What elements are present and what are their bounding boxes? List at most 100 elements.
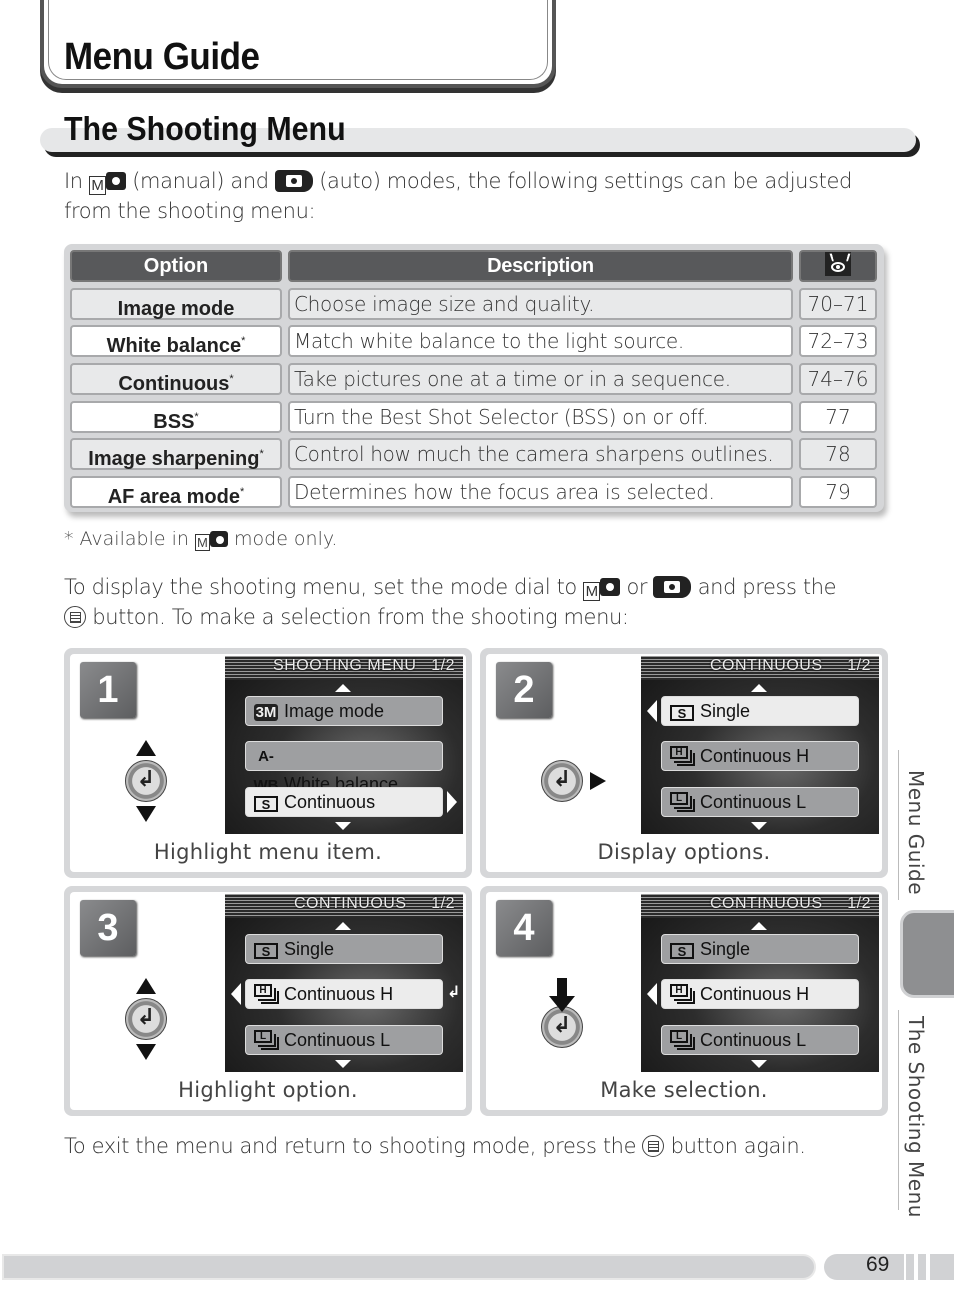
page-ref-cell[interactable]: 79 <box>799 476 877 508</box>
menu-item[interactable]: H Continuous H <box>245 979 443 1009</box>
multi-selector-icon[interactable] <box>541 760 583 802</box>
menu-item-label: Continuous L <box>700 1030 807 1050</box>
footer-stripe <box>930 1254 954 1280</box>
menu-item[interactable]: S Single <box>661 934 859 964</box>
instructions-text-b: or <box>626 575 648 599</box>
menu-item-label: Continuous H <box>700 984 810 1004</box>
menu-item[interactable]: S Continuous <box>245 787 443 817</box>
scroll-up-icon <box>751 922 767 930</box>
option-name: White balance <box>106 335 242 357</box>
side-tab-section[interactable]: The Shooting Menu <box>904 1016 928 1218</box>
menu-item[interactable]: S Single <box>245 934 443 964</box>
single-frame-icon: S <box>254 943 278 959</box>
description-cell: Match white balance to the light source. <box>288 325 793 357</box>
page-number-pill <box>824 1254 904 1280</box>
menu-item[interactable]: 3M Image mode <box>245 696 443 726</box>
asterisk-mark: * <box>229 373 234 385</box>
scroll-up-icon <box>335 684 351 692</box>
menu-item-label: Continuous H <box>700 746 810 766</box>
step-panel-3: 3 CONTINUOUS 1/2 SSingleHContinuous HLCo… <box>64 886 472 1116</box>
option-cell: BSS* <box>70 401 282 433</box>
scroll-up-icon <box>751 684 767 692</box>
up-arrow-icon <box>136 978 156 994</box>
screen-title: CONTINUOUS 1/2 <box>709 657 871 674</box>
menu-item[interactable]: H Continuous H <box>661 979 859 1009</box>
up-arrow-icon <box>136 740 156 756</box>
down-arrow-icon <box>136 1044 156 1060</box>
shooting-menu-table: Option Description Image mode Choose imag… <box>64 244 884 512</box>
right-arrow-icon <box>590 772 606 790</box>
single-frame-icon: S <box>254 796 278 812</box>
page-ref-cell[interactable]: 72–73 <box>799 325 877 357</box>
image-mode-icon: 3M <box>253 704 279 721</box>
side-tab-chapter[interactable]: Menu Guide <box>904 770 928 895</box>
menu-item[interactable]: H Continuous H <box>661 741 859 771</box>
menu-item[interactable]: A-WB White balance <box>245 741 443 794</box>
instructions-line2: button. To make a selection from the sho… <box>92 605 629 629</box>
footnote-prefix: * Available in <box>64 528 189 550</box>
menu-item[interactable]: L Continuous L <box>661 787 859 817</box>
instructions-text-c: and press the <box>697 575 837 599</box>
eye-reference-icon <box>825 252 851 276</box>
multi-selector-icon[interactable] <box>125 998 167 1040</box>
continuous-h-icon: H <box>670 984 695 1004</box>
menu-button-icon <box>642 1135 665 1157</box>
menu-item-label: Single <box>284 939 335 959</box>
option-cell: AF area mode* <box>70 476 282 508</box>
multi-selector-icon[interactable] <box>541 1006 583 1048</box>
scroll-down-icon <box>751 1060 767 1068</box>
menu-item-label: Single <box>700 701 751 721</box>
side-tab-marker <box>900 910 954 998</box>
press-arrow-icon <box>549 978 575 1012</box>
selection-arrow-icon <box>647 700 657 722</box>
menu-button-icon <box>64 606 86 628</box>
scroll-down-icon <box>751 822 767 830</box>
continuous-l-icon: L <box>670 1030 695 1050</box>
step-inner: 3 CONTINUOUS 1/2 SSingleHContinuous HLCo… <box>70 892 466 1110</box>
camera-screen: CONTINUOUS 1/2 S Single H Continuous H L Cont… <box>641 894 879 1072</box>
screen-title: CONTINUOUS 1/2 <box>293 895 455 912</box>
footer-stripe <box>906 1254 914 1280</box>
header-description: Description <box>288 250 793 282</box>
multi-selector-icon[interactable] <box>125 760 167 802</box>
camera-screen: SHOOTING MENU 1/2 3M Image mode A-WB White … <box>225 656 463 834</box>
step-inner: 4 CONTINUOUS 1/2 SSingleHContinuous HLCo… <box>486 892 882 1110</box>
manual-mode-icon: M <box>583 582 601 601</box>
manual-mode-icon: M <box>194 534 210 551</box>
exit-text-before: To exit the menu and return to shooting … <box>64 1134 637 1158</box>
page-ref-cell[interactable]: 70–71 <box>799 288 877 320</box>
screen-title: SHOOTING MENU 1/2 <box>273 657 455 674</box>
page-ref-cell[interactable]: 74–76 <box>799 363 877 395</box>
page-ref-cell[interactable]: 78 <box>799 438 877 470</box>
auto-mode-icon <box>653 576 692 598</box>
step-panel-2: 2 CONTINUOUS 1/2 SSingleHContinuous HLCo… <box>480 648 888 878</box>
step-panel-1: 1 SHOOTING MENU 1/2 3M Image mode A-WBWhit… <box>64 648 472 878</box>
camera-screen: CONTINUOUS 1/2 S Single H Continuous H L Cont… <box>641 656 879 834</box>
selection-arrow-icon <box>231 983 241 1005</box>
manual-mode-icon: M <box>88 176 106 195</box>
step-number: 2 <box>496 662 552 718</box>
continuous-l-icon: L <box>254 1030 279 1050</box>
enter-icon: ↲ <box>447 982 461 1001</box>
screen-title: CONTINUOUS 1/2 <box>709 895 871 912</box>
continuous-l-icon: L <box>670 792 695 812</box>
option-cell: White balance* <box>70 325 282 357</box>
down-arrow-icon <box>136 806 156 822</box>
description-cell: Determines how the focus area is selecte… <box>288 476 793 508</box>
exit-paragraph: To exit the menu and return to shooting … <box>64 1131 904 1161</box>
footnote-suffix: mode only. <box>234 528 338 550</box>
step-number: 1 <box>80 662 136 718</box>
step-caption: Display options. <box>597 840 771 864</box>
menu-item[interactable]: L Continuous L <box>661 1025 859 1055</box>
single-frame-icon: S <box>670 943 694 959</box>
menu-item[interactable]: L Continuous L <box>245 1025 443 1055</box>
camera-screen: CONTINUOUS 1/2 S Single H Continuous H L Cont… <box>225 894 463 1072</box>
menu-item[interactable]: S Single <box>661 696 859 726</box>
asterisk-mark: * <box>239 486 245 498</box>
intro-line2: from the shooting menu: <box>64 199 316 223</box>
option-cell: Continuous* <box>70 363 282 395</box>
page-ref-cell[interactable]: 77 <box>799 401 877 433</box>
continuous-h-icon: H <box>254 984 279 1004</box>
step-panel-4: 4 CONTINUOUS 1/2 SSingleHContinuous HLCo… <box>480 886 888 1116</box>
asterisk-mark: * <box>241 335 246 347</box>
